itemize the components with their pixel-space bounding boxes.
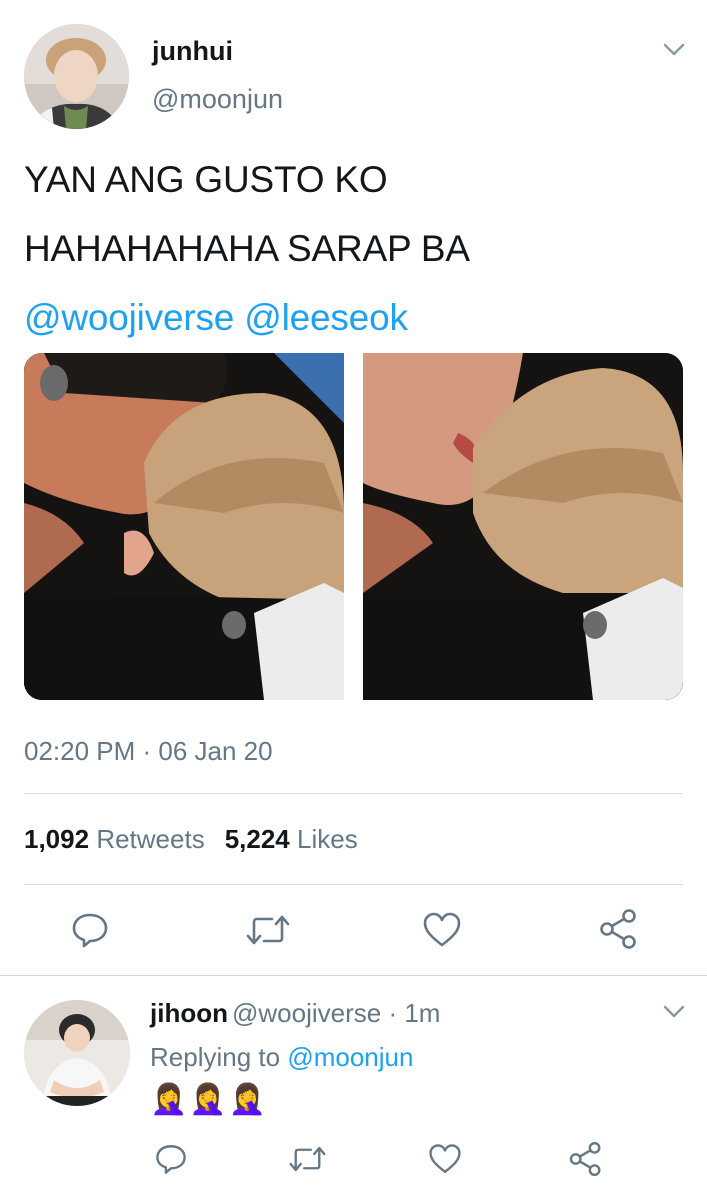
tweet-timestamp: 02:20 PM · 06 Jan 20	[24, 736, 273, 766]
tweet-text-line: HAHAHAHAHA SARAP BA	[24, 228, 470, 269]
like-label: Likes	[297, 824, 358, 854]
like-icon[interactable]	[422, 910, 462, 955]
replying-prefix: Replying to	[150, 1042, 281, 1072]
avatar[interactable]	[24, 24, 129, 129]
photo-image	[363, 353, 683, 700]
tweet-text-line: YAN ANG GUSTO KO	[24, 159, 388, 200]
avatar-image	[24, 1000, 130, 1106]
mention-link[interactable]: @woojiverse	[24, 297, 234, 338]
reply-icon[interactable]	[70, 910, 110, 955]
share-icon[interactable]	[598, 908, 640, 955]
retweet-label: Retweets	[96, 824, 205, 854]
retweet-count: 1,092	[24, 824, 90, 854]
reply-author-name[interactable]: jihoon	[150, 998, 228, 1029]
chevron-down-icon[interactable]	[662, 1004, 686, 1025]
retweet-icon[interactable]	[289, 1142, 326, 1181]
divider	[24, 884, 683, 885]
tweet-stats: 1,092 Retweets 5,224 Likes	[24, 824, 358, 855]
share-icon[interactable]	[568, 1141, 604, 1182]
like-count: 5,224	[224, 824, 290, 854]
replying-to: Replying to @moonjun	[150, 1042, 413, 1073]
retweets-stat[interactable]: 1,092 Retweets	[24, 824, 205, 854]
reply-author-handle[interactable]: @woojiverse · 1m	[232, 998, 440, 1029]
reply-icon[interactable]	[154, 1142, 188, 1181]
tweet-text: YAN ANG GUSTO KO HAHAHAHAHA SARAP BA @wo…	[24, 159, 664, 369]
author-name[interactable]: junhui	[152, 36, 233, 67]
replying-to-link[interactable]: @moonjun	[287, 1042, 413, 1072]
divider	[24, 793, 683, 794]
photo-image	[24, 353, 344, 700]
avatar-image	[24, 24, 129, 129]
like-icon[interactable]	[428, 1142, 462, 1181]
divider	[0, 975, 707, 976]
reply-avatar[interactable]	[24, 1000, 130, 1106]
retweet-icon[interactable]	[246, 910, 290, 955]
tweet-photo[interactable]	[24, 353, 344, 700]
likes-stat[interactable]: 5,224 Likes	[225, 824, 358, 854]
chevron-down-icon[interactable]	[662, 42, 686, 63]
mention-link[interactable]: @leeseok	[244, 297, 408, 338]
author-handle[interactable]: @moonjun	[152, 84, 283, 115]
reply-text: 🤦‍♀️🤦‍♀️🤦‍♀️	[150, 1083, 269, 1116]
tweet-photo[interactable]	[363, 353, 683, 700]
